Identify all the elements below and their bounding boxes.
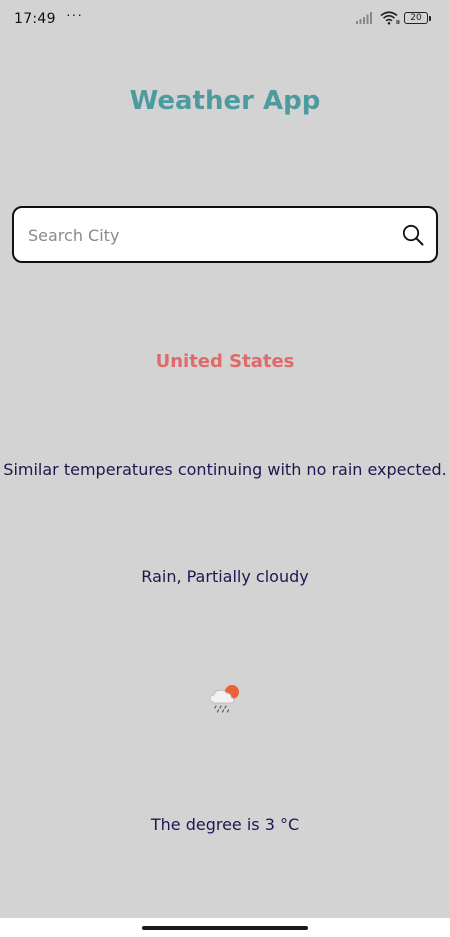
battery-level: 20 <box>410 13 422 23</box>
search-input[interactable] <box>26 208 400 263</box>
battery-icon: 20 <box>404 12 431 24</box>
search-box[interactable] <box>12 206 438 263</box>
weather-conditions: Rain, Partially cloudy <box>141 567 309 586</box>
search-icon[interactable] <box>402 224 424 246</box>
temperature-label: The degree is 3 °C <box>150 815 300 834</box>
weather-description: Similar temperatures continuing with no … <box>3 460 447 479</box>
status-time: 17:49 <box>14 11 56 27</box>
rain-partly-cloudy-icon <box>209 685 239 713</box>
status-bar: 17:49 ··· 20 <box>0 0 450 38</box>
more-notifications-icon: ··· <box>66 6 83 22</box>
navigation-bar <box>0 918 450 937</box>
signal-icon <box>356 12 372 24</box>
home-indicator[interactable] <box>142 926 308 930</box>
page-title: Weather App <box>129 86 321 116</box>
wifi-icon <box>380 11 400 25</box>
country-label: United States <box>155 351 295 372</box>
